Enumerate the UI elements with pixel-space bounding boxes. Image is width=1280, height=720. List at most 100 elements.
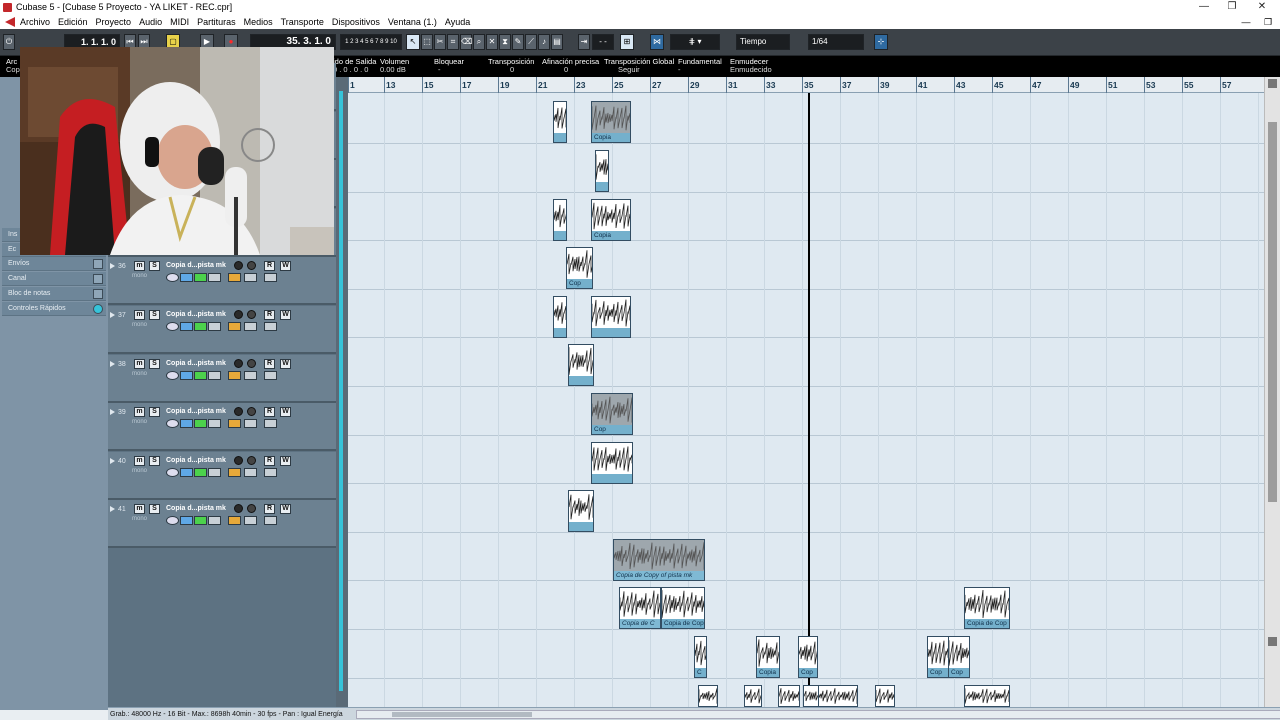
track-name[interactable]: Copia d...pista mk: [166, 360, 226, 367]
audio-event[interactable]: Copia: [591, 199, 631, 241]
audio-event[interactable]: Copia de C: [619, 587, 661, 629]
info-transpose[interactable]: Transposición 0: [488, 58, 534, 74]
read-automation-button[interactable]: R: [264, 455, 275, 466]
mute-button[interactable]: m: [134, 407, 145, 418]
auto-scroll-button[interactable]: ⇥: [578, 34, 590, 50]
write-automation-button[interactable]: W: [280, 310, 291, 320]
mute-button[interactable]: m: [134, 310, 145, 320]
color-tool[interactable]: ▤: [551, 34, 563, 50]
timebase-icon[interactable]: [208, 322, 221, 331]
info-volume[interactable]: Volumen 0.00 dB: [380, 58, 409, 74]
timebase-icon[interactable]: [208, 467, 221, 477]
track-row[interactable]: 40 m S Copia d...pista mk R Wmono: [108, 451, 336, 500]
info-fine-tune[interactable]: Afinación precisa 0: [542, 58, 599, 74]
solo-button[interactable]: S: [149, 504, 160, 515]
menu-item[interactable]: Medios: [244, 15, 273, 29]
expand-arrow-icon[interactable]: [110, 457, 115, 464]
audio-event[interactable]: [964, 685, 1010, 707]
folder-icon[interactable]: [244, 273, 257, 283]
inserts-icon[interactable]: [264, 273, 277, 283]
scroll-down-arrow[interactable]: [1268, 637, 1277, 646]
lane-icon[interactable]: [180, 322, 193, 331]
audio-event[interactable]: Copia: [591, 101, 631, 143]
audio-event[interactable]: [744, 685, 762, 707]
audio-event[interactable]: [568, 490, 594, 532]
menu-item[interactable]: Audio: [139, 15, 162, 29]
read-automation-button[interactable]: R: [264, 407, 275, 418]
track-name[interactable]: Copia d...pista mk: [166, 262, 226, 269]
audio-event[interactable]: [553, 199, 567, 241]
track-row[interactable]: 36 m S Copia d...pista mk R Wmono: [108, 257, 336, 306]
timebase-icon[interactable]: [208, 419, 221, 429]
audio-event[interactable]: [591, 296, 631, 338]
menu-item[interactable]: Ayuda: [445, 15, 470, 29]
doc-minimize-button[interactable]: —: [1236, 15, 1256, 29]
track-name[interactable]: Copia d...pista mk: [166, 311, 226, 318]
app-menu-icon[interactable]: [5, 17, 15, 27]
info-global-transpose[interactable]: Transposición Global Seguir: [604, 58, 674, 74]
menu-item[interactable]: Partituras: [197, 15, 236, 29]
grid-type-select[interactable]: Tiempo: [736, 34, 790, 50]
edit-channel-icon[interactable]: [166, 516, 179, 526]
split-tool[interactable]: ✂: [434, 34, 446, 50]
restore-button[interactable]: ❐: [1218, 0, 1246, 15]
info-mute[interactable]: Enmudecer Enmudecido: [730, 58, 772, 74]
freeze-icon[interactable]: [194, 516, 207, 526]
track-name[interactable]: Copia d...pista mk: [166, 408, 226, 415]
monitor-icon[interactable]: [247, 407, 256, 417]
info-output-routing[interactable]: ido de Salida 0 . 0 . 0 . 0: [333, 58, 376, 74]
track-name[interactable]: Copia d...pista mk: [166, 457, 226, 464]
record-enable-icon[interactable]: [234, 407, 243, 417]
read-automation-button[interactable]: R: [264, 358, 275, 369]
lane-icon[interactable]: [180, 273, 193, 283]
read-automation-button[interactable]: R: [264, 310, 275, 320]
lane-icon[interactable]: [180, 370, 193, 380]
inspector-controles-rapidos[interactable]: Controles Rápidos: [2, 302, 106, 316]
menu-item[interactable]: Ventana (1.): [388, 15, 437, 29]
audio-event[interactable]: Copia de Cop: [964, 587, 1010, 629]
folder-icon[interactable]: [244, 419, 257, 429]
audio-event[interactable]: [553, 101, 567, 143]
audio-event[interactable]: [595, 150, 609, 192]
vertical-scroll-thumb[interactable]: [1268, 122, 1277, 502]
arrange-window[interactable]: Copia Copia Cop Cop Copia de Copy of pista m…: [348, 93, 1264, 707]
freeze-icon[interactable]: [194, 467, 207, 477]
expand-arrow-icon[interactable]: [110, 360, 115, 367]
inserts-icon[interactable]: [264, 370, 277, 380]
horizontal-scrollbar[interactable]: [356, 710, 1280, 719]
audio-event[interactable]: [568, 344, 594, 386]
snap-button[interactable]: ⊞: [620, 34, 634, 50]
audio-event[interactable]: C: [694, 636, 707, 678]
marker-buttons[interactable]: 1 2 3 4 5 6 7 8 9 10: [340, 34, 402, 50]
expand-arrow-icon[interactable]: [110, 263, 115, 270]
timebase-icon[interactable]: [208, 516, 221, 526]
inspector-bloc-de-notas[interactable]: Bloc de notas: [2, 287, 106, 301]
quantize-select[interactable]: 1/64: [808, 34, 864, 50]
lane-icon[interactable]: [180, 516, 193, 526]
mute-button[interactable]: m: [134, 261, 145, 272]
track-row[interactable]: 37 m S Copia d...pista mk R Wmono: [108, 306, 336, 354]
inspector-envios[interactable]: Envíos: [2, 257, 106, 271]
freeze-icon[interactable]: [194, 322, 207, 331]
monitor-icon[interactable]: [247, 261, 256, 271]
lock-icon[interactable]: [228, 467, 241, 477]
edit-channel-icon[interactable]: [166, 273, 179, 283]
vertical-scrollbar[interactable]: [1264, 77, 1280, 710]
minimize-button[interactable]: —: [1190, 0, 1218, 15]
audio-event[interactable]: [553, 296, 567, 338]
horizontal-scroll-thumb[interactable]: [392, 712, 532, 717]
lane-icon[interactable]: [180, 419, 193, 429]
solo-button[interactable]: S: [149, 407, 160, 418]
snap-type-select[interactable]: ⋕ ▾: [670, 34, 720, 50]
expand-arrow-icon[interactable]: [110, 506, 115, 513]
audio-event[interactable]: Copia: [756, 636, 780, 678]
lock-icon[interactable]: [228, 419, 241, 429]
range-tool[interactable]: ⬚: [421, 34, 433, 50]
edit-channel-icon[interactable]: [166, 370, 179, 380]
audio-event[interactable]: [875, 685, 895, 707]
audio-event[interactable]: [698, 685, 718, 707]
draw-tool[interactable]: ✎: [512, 34, 524, 50]
solo-button[interactable]: S: [149, 261, 160, 272]
object-select-tool[interactable]: ↖: [406, 34, 420, 50]
inspector-canal[interactable]: Canal: [2, 272, 106, 286]
